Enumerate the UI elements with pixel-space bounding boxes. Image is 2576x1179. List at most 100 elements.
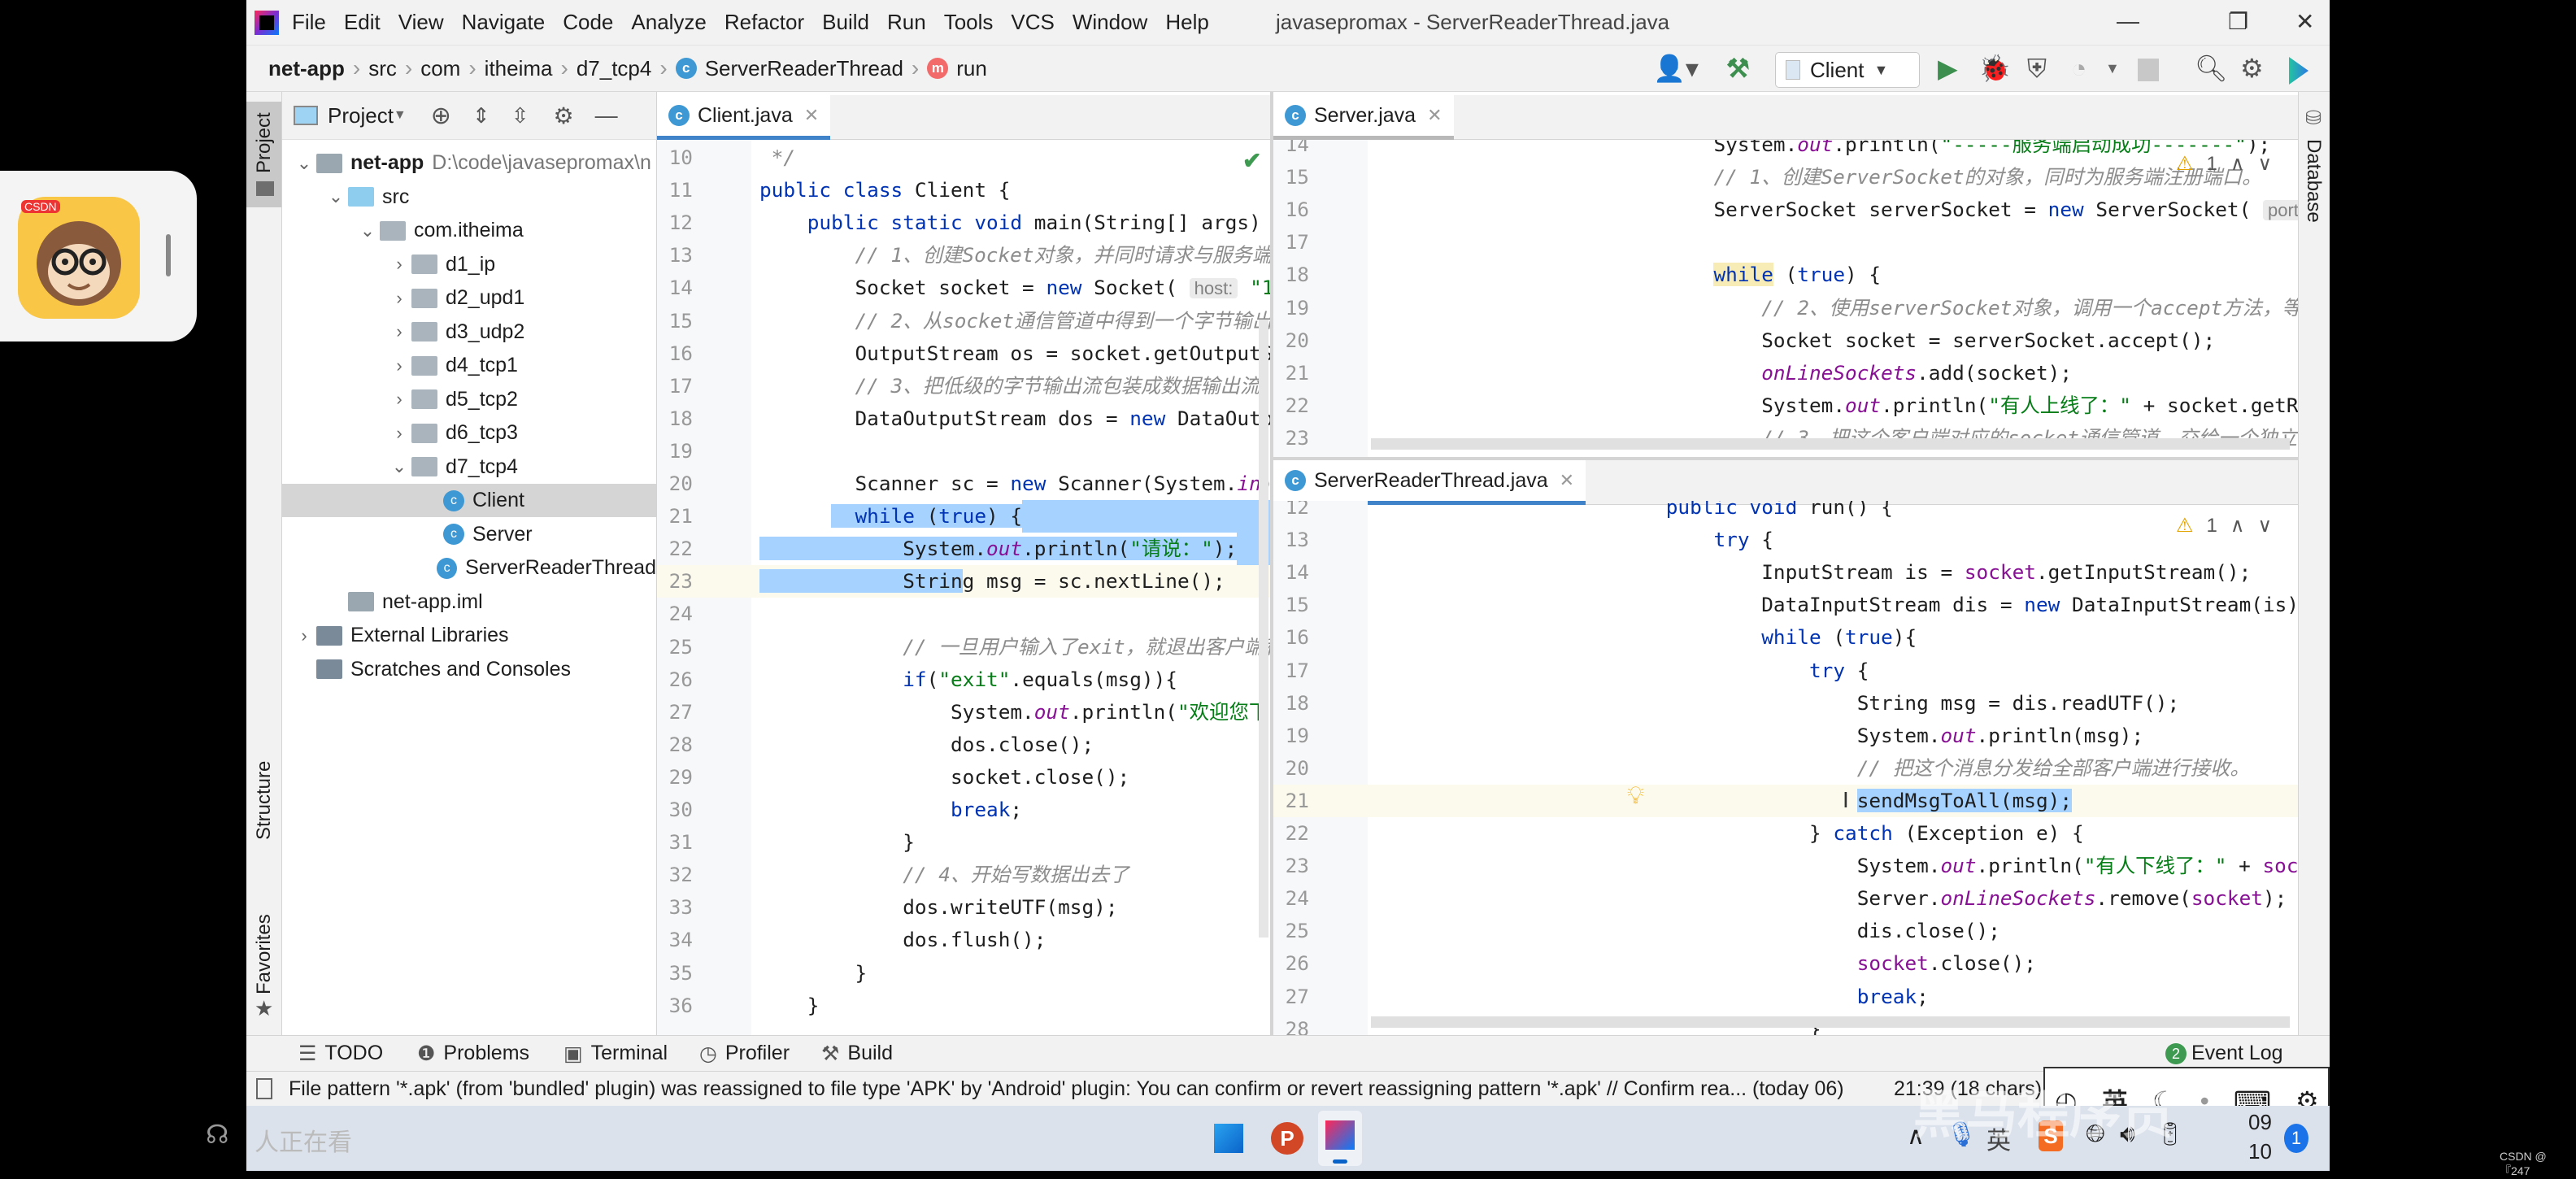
code-line[interactable]: 18 String msg = dis.readUTF();	[1273, 687, 2298, 720]
line-number[interactable]: 20	[1273, 752, 1309, 785]
menu-edit[interactable]: Edit	[344, 10, 381, 35]
run-icon[interactable]: ▶	[1938, 52, 1958, 85]
line-number[interactable]: 15	[657, 305, 693, 337]
code-line[interactable]: 27 System.out.println("欢迎您下	[657, 696, 1270, 729]
database-icon[interactable]: ⛁	[2305, 107, 2321, 130]
tree-item[interactable]: › d5_tcp2	[282, 383, 656, 416]
code-line[interactable]: 24 Server.onLineSockets.remove(socket);	[1273, 882, 2298, 915]
project-tool-label[interactable]: Project	[253, 112, 276, 173]
hide-panel-icon[interactable]: —	[595, 102, 618, 128]
structure-tool-label[interactable]: Structure	[253, 761, 276, 840]
menu-help[interactable]: Help	[1165, 10, 1208, 35]
code-line[interactable]: 19 // 2、使用serverSocket对象，调用一个accept方法，等待…	[1273, 292, 2298, 324]
line-number[interactable]: 21	[1273, 357, 1309, 389]
code-line[interactable]: 35 }	[657, 957, 1270, 990]
close-button[interactable]: ✕	[2295, 8, 2314, 35]
line-number[interactable]: 25	[657, 631, 693, 663]
server-code-area[interactable]: 14 System.out.println("-----服务端启动成功-----…	[1273, 140, 2298, 457]
code-line[interactable]: 20 // 把这个消息分发给全部客户端进行接收。	[1273, 752, 2298, 785]
code-line[interactable]: 32 // 4、开始写数据出去了	[657, 859, 1270, 891]
code-line[interactable]: 15 DataInputStream dis = new DataInputSt…	[1273, 589, 2298, 621]
line-number[interactable]: 16	[657, 337, 693, 370]
line-number[interactable]: 17	[657, 370, 693, 402]
line-number[interactable]: 22	[1273, 389, 1309, 422]
line-number[interactable]: 13	[657, 239, 693, 272]
next-highlight-icon[interactable]: ∨	[2257, 152, 2272, 176]
line-number[interactable]: 28	[657, 729, 693, 761]
code-line[interactable]: 14 System.out.println("-----服务端启动成功-----…	[1273, 140, 2298, 161]
vcs-user-icon[interactable]: 👤▾	[1653, 52, 1699, 85]
code-line[interactable]: 12 public void run() {	[1273, 501, 2298, 524]
code-line[interactable]: 30 break;	[657, 794, 1270, 826]
line-number[interactable]: 13	[1273, 524, 1309, 556]
code-line[interactable]: 16 while (true){	[1273, 621, 2298, 654]
line-number[interactable]: 36	[657, 990, 693, 1022]
code-line[interactable]: 15 // 1、创建ServerSocket的对象，同时为服务端注册端口。	[1273, 161, 2298, 194]
settings-gear-icon[interactable]: ⚙	[2295, 1085, 2319, 1106]
tool-problems[interactable]: ❶ Problems	[417, 1042, 529, 1066]
code-line[interactable]: 25 dis.close();	[1273, 915, 2298, 947]
code-line[interactable]: 16 ServerSocket serverSocket = new Serve…	[1273, 194, 2298, 226]
code-line[interactable]: 21 sendMsgToAll(msg);	[1273, 784, 2298, 817]
chevron-down-icon[interactable]: ▼	[394, 108, 407, 123]
code-line[interactable]: 13 // 1、创建Socket对象，并同时请求与服务端	[657, 239, 1270, 272]
line-number[interactable]: 14	[1273, 556, 1309, 589]
line-number[interactable]: 14	[657, 272, 693, 304]
code-line[interactable]: 15 // 2、从socket通信管道中得到一个字节输出	[657, 305, 1270, 337]
locate-file-icon[interactable]: ⊕	[431, 102, 451, 130]
line-number[interactable]: 27	[1273, 981, 1309, 1013]
tool-todo[interactable]: ☰ TODO	[298, 1042, 383, 1066]
inspection-widget[interactable]: ⚠ 1 ∧ ∨	[2176, 514, 2272, 537]
punctuation-icon[interactable]: •	[2200, 1086, 2209, 1107]
code-line[interactable]: 23 String msg = sc.nextLine();	[657, 565, 1270, 598]
line-number[interactable]: 18	[657, 402, 693, 435]
tree-item[interactable]: ⌄ com.itheima	[282, 214, 656, 247]
chevron-right-icon[interactable]: ›	[387, 288, 411, 309]
line-number[interactable]: 21	[657, 500, 693, 533]
clock[interactable]: 09 10	[2248, 1107, 2272, 1166]
database-tool-label[interactable]: Database	[2302, 139, 2325, 223]
tree-item[interactable]: › d2_upd1	[282, 281, 656, 315]
line-number[interactable]: 25	[1273, 915, 1309, 947]
code-line[interactable]: 31 }	[657, 826, 1270, 859]
tool-profiler[interactable]: ◷ Profiler	[699, 1042, 790, 1066]
line-number[interactable]: 26	[1273, 947, 1309, 980]
code-line[interactable]: 19	[657, 435, 1270, 468]
line-number[interactable]: 21	[1273, 785, 1309, 817]
code-line[interactable]: 28 dos.close();	[657, 729, 1270, 761]
close-tab-icon[interactable]: ✕	[1560, 470, 1574, 491]
menu-run[interactable]: Run	[887, 10, 926, 35]
status-message[interactable]: File pattern '*.apk' (from 'bundled' plu…	[289, 1077, 1844, 1101]
profile-icon[interactable]: ◔	[2071, 52, 2086, 85]
horizontal-scrollbar[interactable]	[1371, 438, 2290, 450]
reader-code-area[interactable]: 12 public void run() {13 try {14 InputSt…	[1273, 501, 2298, 1035]
line-number[interactable]: 19	[1273, 720, 1309, 752]
intention-bulb-icon[interactable]: 💡︎	[1627, 782, 1644, 810]
tab-server-java[interactable]: c Server.java ✕	[1273, 95, 1454, 140]
menu-build[interactable]: Build	[822, 10, 869, 35]
code-line[interactable]: 21 onLineSockets.add(socket);	[1273, 357, 2298, 389]
code-line[interactable]: 29 socket.close();	[657, 761, 1270, 794]
menu-navigate[interactable]: Navigate	[462, 10, 546, 35]
code-line[interactable]: 10 */	[657, 141, 1270, 174]
line-number[interactable]: 12	[657, 207, 693, 239]
line-number[interactable]: 19	[657, 435, 693, 468]
line-number[interactable]: 22	[657, 533, 693, 565]
expand-all-icon[interactable]: ⇕	[472, 103, 490, 128]
previous-highlight-icon[interactable]: ∧	[2230, 152, 2245, 176]
menu-vcs[interactable]: VCS	[1011, 10, 1054, 35]
chevron-right-icon[interactable]: ›	[387, 355, 411, 376]
line-number[interactable]: 10	[657, 141, 693, 174]
powerpoint-icon[interactable]: P	[1271, 1122, 1303, 1155]
breadcrumb-class[interactable]: c ServerReaderThread	[675, 56, 903, 81]
code-line[interactable]: 24	[657, 598, 1270, 630]
code-line[interactable]: 14 InputStream is = socket.getInputStrea…	[1273, 556, 2298, 589]
line-number[interactable]: 19	[1273, 292, 1309, 324]
menu-analyze[interactable]: Analyze	[631, 10, 707, 35]
stop-icon[interactable]	[2138, 59, 2159, 81]
line-number[interactable]: 17	[1273, 226, 1309, 259]
menu-tools[interactable]: Tools	[944, 10, 994, 35]
code-line[interactable]: 14 Socket socket = new Socket( host: "12	[657, 272, 1270, 304]
line-number[interactable]: 29	[657, 761, 693, 794]
minimize-button[interactable]: —	[2117, 8, 2139, 34]
